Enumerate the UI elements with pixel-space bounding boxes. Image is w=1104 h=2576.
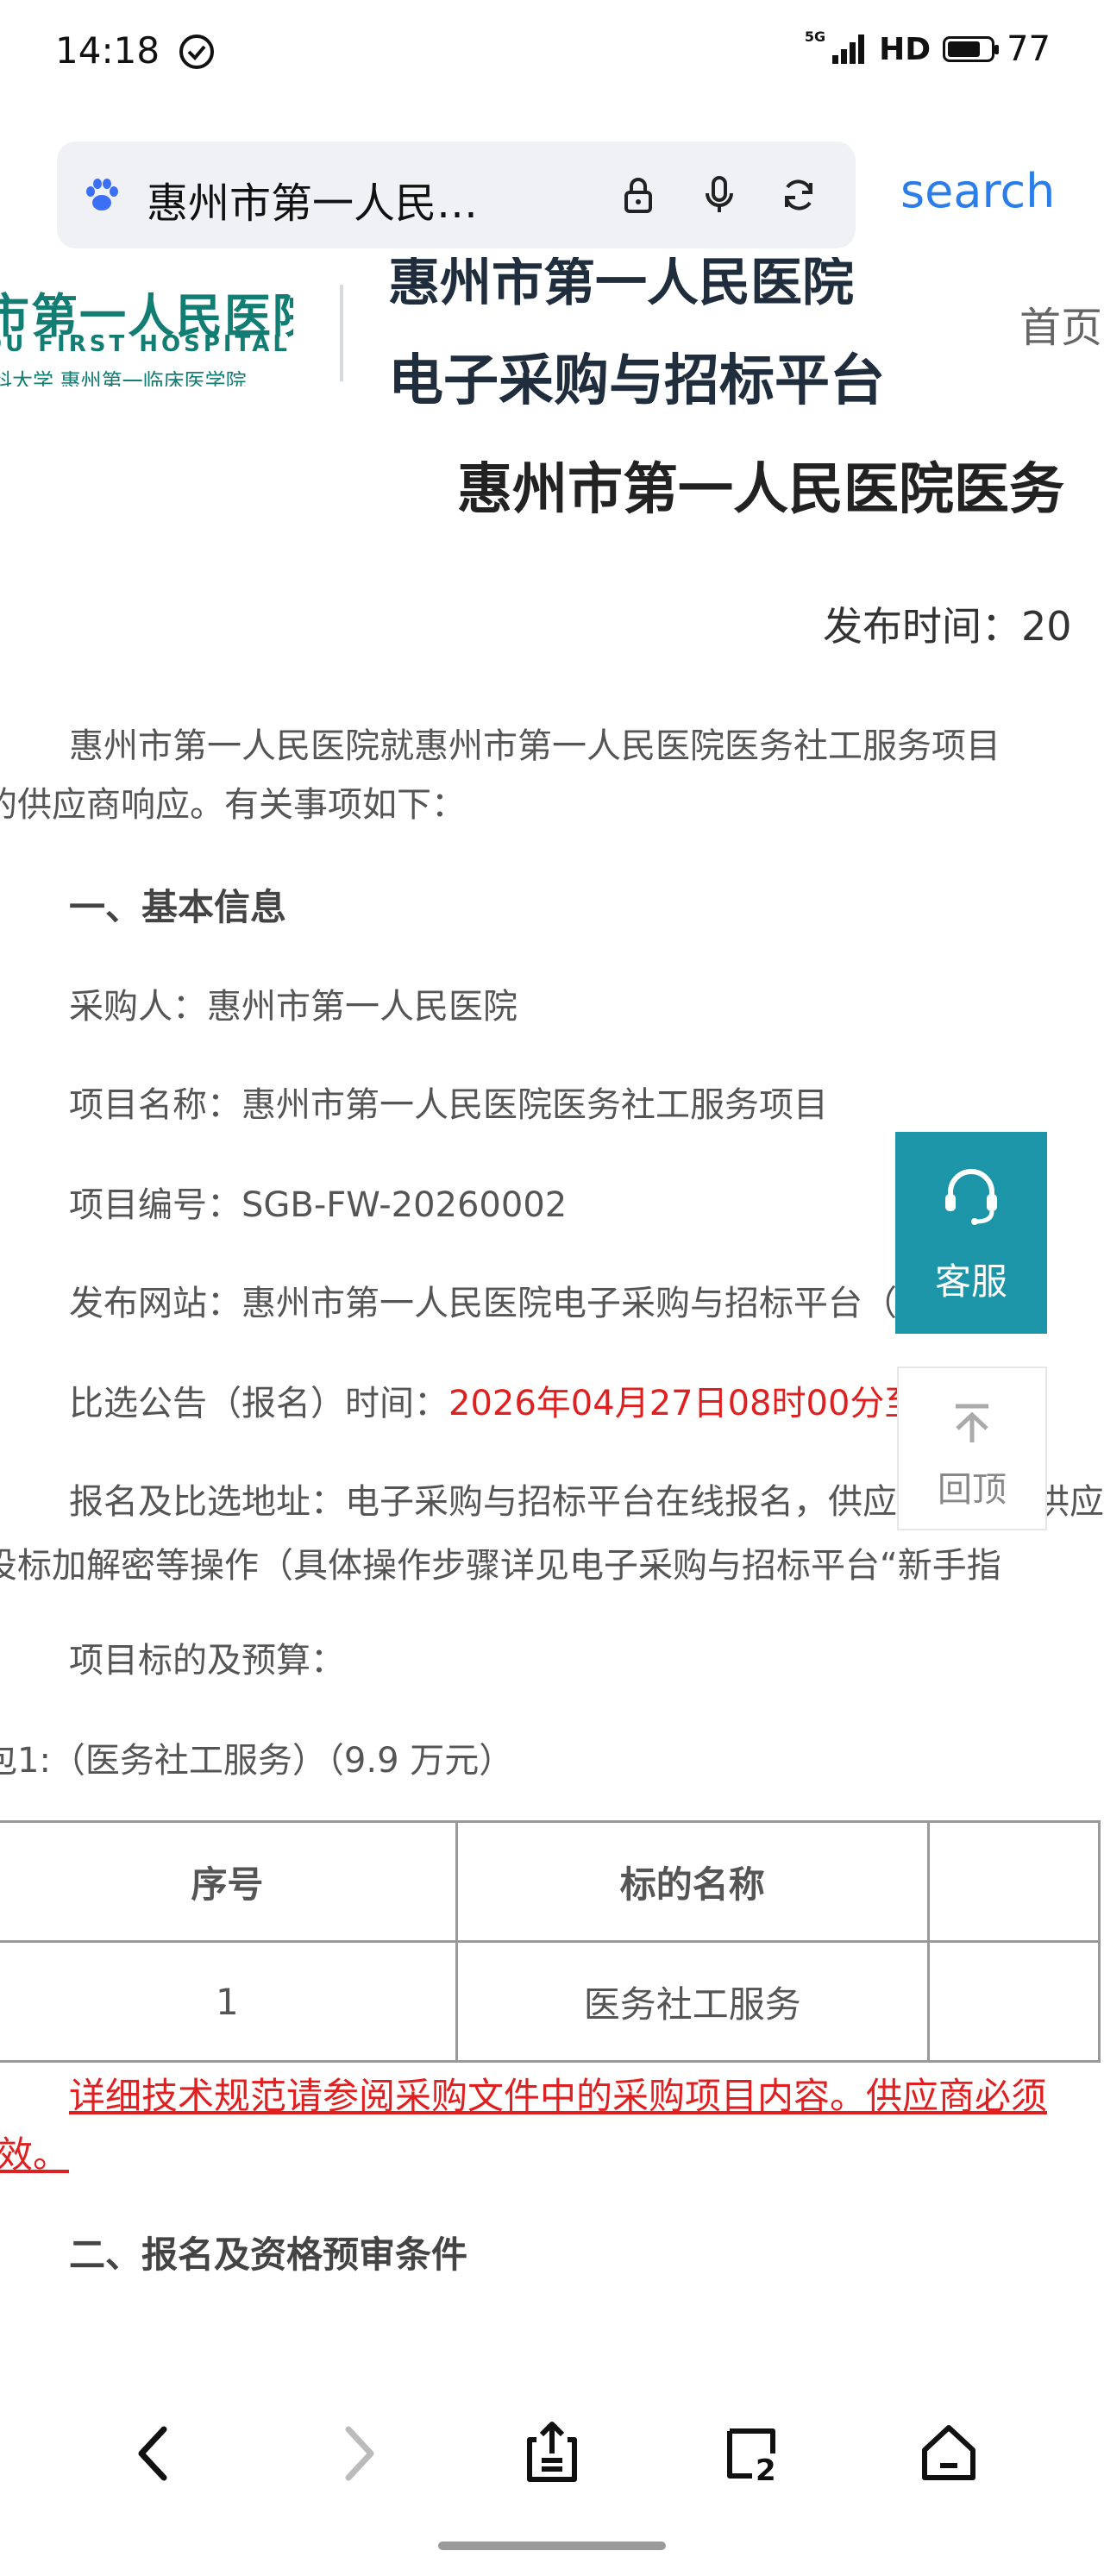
platform-title-line1: 惠州市第一人民医院 [388,257,854,307]
arrow-up-icon [956,1404,988,1442]
address-bar[interactable]: 惠州市第一人民… [57,141,856,248]
logo-subtitle: 科大学 惠州第一临床医学院 [0,369,247,386]
customer-service-label: 客服 [934,1260,1007,1303]
hd-indicator: HD [879,31,932,67]
table-header-row: 序号 标的名称 [0,1820,1101,1943]
back-to-top-button[interactable]: 回顶 [897,1367,1047,1530]
website-line: 发布网站：惠州市第一人民医院电子采购与招标平台（https [69,1284,986,1323]
table-header-cell: 标的名称 [455,1820,930,1943]
back-icon[interactable] [121,2419,190,2488]
home-icon[interactable] [914,2419,983,2488]
table-header-cell [926,1820,1101,1943]
battery-icon [943,36,1000,62]
lock-icon[interactable] [618,174,659,216]
status-indicators: 5G HD 77 [805,29,1051,69]
section1-heading: 一、基本信息 [69,886,287,928]
tech-spec-note-line2[interactable]: 效。 [0,2126,69,2178]
project-name-line: 项目名称：惠州市第一人民医院医务社工服务项目 [69,1085,828,1125]
check-circle-icon [179,35,214,69]
network-type: 5G [804,28,826,45]
header-divider [340,285,343,381]
publish-time: 发布时间：20 [823,603,1072,650]
purchaser-line: 采购人：惠州市第一人民医院 [69,987,518,1027]
headset-icon [945,1169,997,1225]
tabs-button[interactable]: 2 [718,2419,787,2488]
table-header-cell: 序号 [0,1820,458,1943]
paw-icon [86,179,118,210]
status-bar: 14:18 5G HD 77 [0,0,1104,104]
mic-icon[interactable] [699,174,740,216]
battery-level: 77 [1007,29,1051,69]
section2-heading: 二、报名及资格预审条件 [69,2234,468,2276]
intro-paragraph-line2: 的供应商响应。有关事项如下： [0,785,466,825]
customer-service-button[interactable]: 客服 [895,1132,1047,1334]
share-icon[interactable] [518,2419,586,2488]
signal-icon [832,35,865,64]
hospital-logo[interactable]: 市第一人民医院 OU FIRST HOSPITAL 科大学 惠州第一临床医学院 [0,274,293,386]
items-table: 序号 标的名称 1 医务社工服务 [0,1820,1101,2063]
tech-spec-note-line1[interactable]: 详细技术规范请参阅采购文件中的采购项目内容。供应商必须 [69,2067,1047,2120]
search-button[interactable]: search [900,164,1055,218]
refresh-icon[interactable] [778,174,819,216]
notice-time-label: 比选公告（报名）时间： [69,1384,448,1423]
table-row: 1 医务社工服务 [0,1940,1101,2063]
article-title: 惠州市第一人民医院医务 [457,458,1064,522]
platform-title-line2: 电子采购与招标平台 [388,349,885,413]
tabs-icon [727,2428,775,2479]
package-line: 包1:（医务社工服务）（9.9 万元） [0,1741,514,1781]
back-to-top-label: 回顶 [938,1470,1007,1510]
logo-english-name: OU FIRST HOSPITAL [0,331,291,357]
browser-bottom-nav: 2 [0,2364,1104,2576]
status-time: 14:18 [55,29,160,72]
notice-time-line: 比选公告（报名）时间：2026年04月27日08时00分至2026 [69,1375,1007,1425]
url-text[interactable]: 惠州市第一人民… [147,169,478,229]
address-line2: 投标加解密等操作（具体操作步骤详见电子采购与招标平台“新手指 [0,1546,1001,1586]
budget-heading: 项目标的及预算： [69,1641,345,1681]
tabs-count: 2 [756,2453,776,2488]
table-cell: 医务社工服务 [455,1940,930,2063]
project-number-line: 项目编号：SGB-FW-20260002 [69,1185,568,1225]
table-cell: 1 [0,1940,458,2063]
table-cell [926,1940,1101,2063]
intro-paragraph-line1: 惠州市第一人民医院就惠州市第一人民医院医务社工服务项目 [69,726,1000,766]
home-indicator[interactable] [438,2541,666,2550]
forward-icon[interactable] [323,2419,392,2488]
nav-home-link[interactable]: 首页 [1019,293,1102,354]
